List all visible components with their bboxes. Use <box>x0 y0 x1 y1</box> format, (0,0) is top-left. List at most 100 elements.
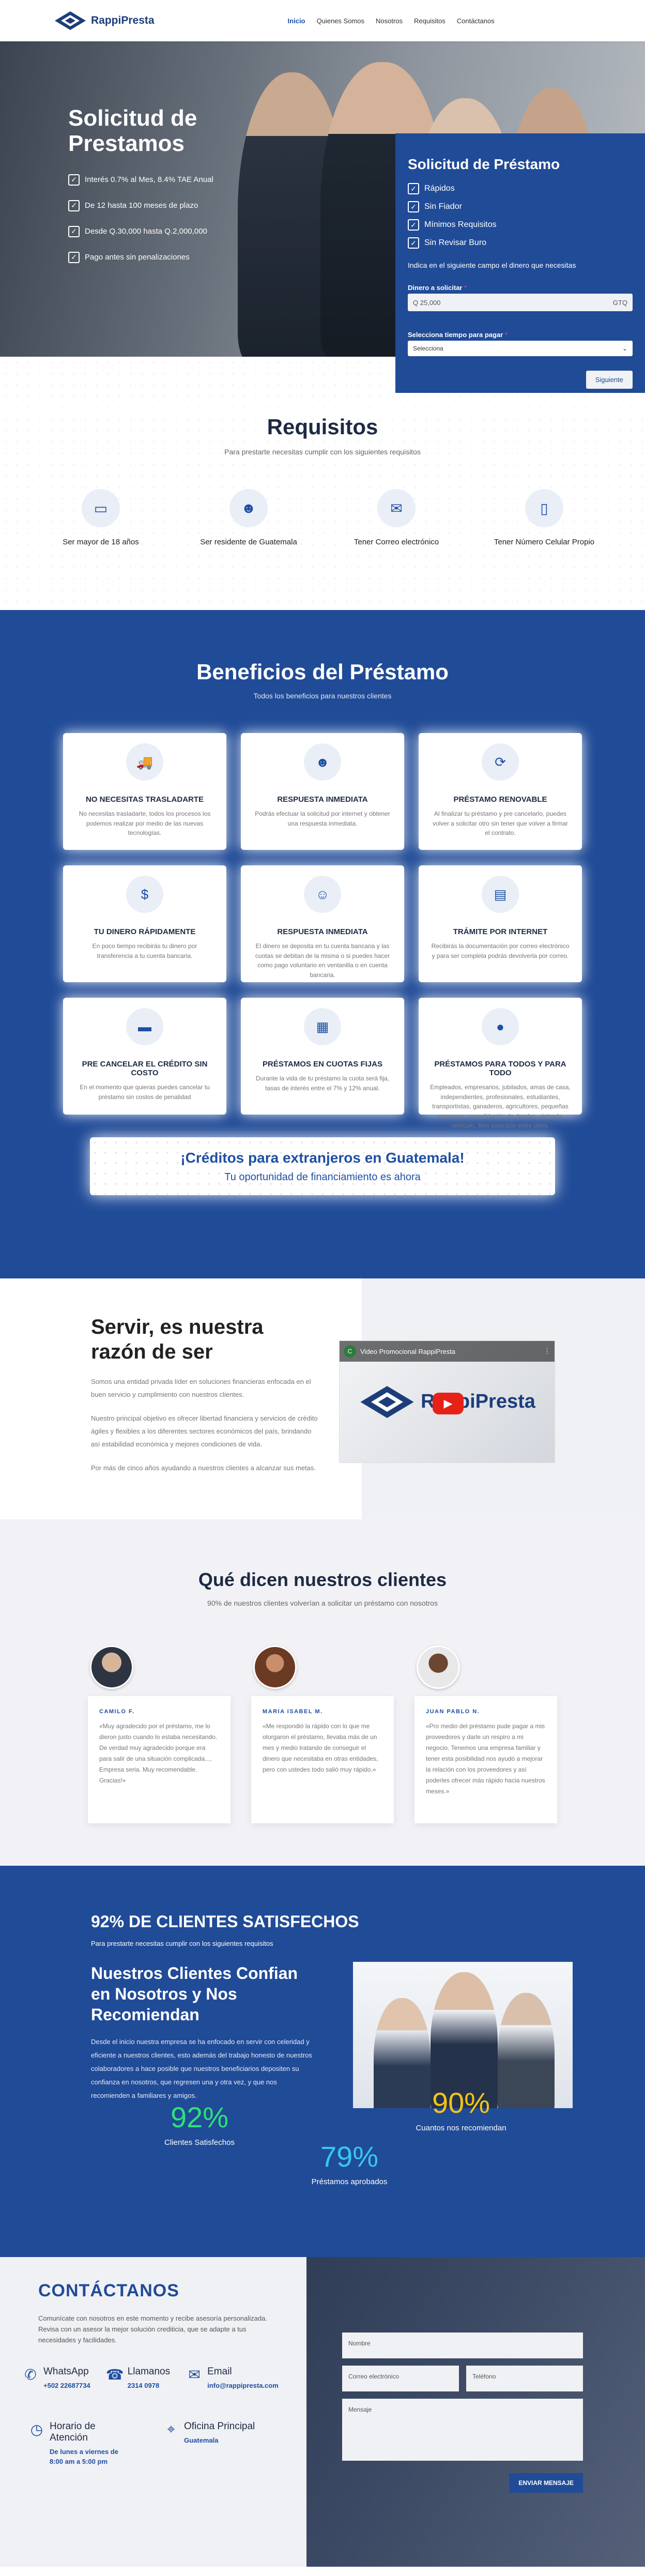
foreigners-banner: ¡Créditos para extranjeros en Guatemala!… <box>90 1137 555 1195</box>
testimonial-item: CAMILO F. «Muy agradecido por el préstam… <box>88 1645 231 1823</box>
about-text: Servir, es nuestra razón de ser Somos un… <box>0 1278 362 1519</box>
stat-approved: 79% Préstamos aprobados <box>293 2140 406 2186</box>
stat-value: 90% <box>432 2086 490 2119</box>
office-label: Oficina Principal <box>184 2420 255 2432</box>
hero-bullet: ✓ Pago antes sin penalizaciones <box>68 251 296 263</box>
contact-section: CONTÁCTANOS Comunícate con nosotros en e… <box>0 2257 645 2567</box>
term-label-text: Selecciona tiempo para pagar <box>408 331 503 339</box>
checkbox-icon: ✓ <box>68 174 80 186</box>
nav-item-requisitos[interactable]: Requisitos <box>414 17 446 25</box>
benefit-title: PRÉSTAMOS PARA TODOS Y PARA TODO <box>434 1060 566 1077</box>
requirement-item: ☻ Ser residente de Guatemala <box>179 489 318 548</box>
stat-label: Préstamos aprobados <box>311 2177 388 2186</box>
nav-item-nosotros[interactable]: Nosotros <box>376 17 403 25</box>
banner-title: ¡Créditos para extranjeros en Guatemala! <box>180 1150 465 1166</box>
requirement-label: Ser mayor de 18 años <box>63 538 139 546</box>
about-paragraph: Somos una entidad privada líder en soluc… <box>91 1378 311 1398</box>
next-button[interactable]: Siguiente <box>586 371 633 389</box>
loan-form-title: Solicitud de Préstamo <box>408 156 560 172</box>
card-icon: ▬ <box>126 1008 163 1045</box>
loan-request-form: Solicitud de Préstamo ✓ Rápidos ✓ Sin Fiad… <box>395 133 645 393</box>
stats-paragraph: Desde el inicio nuestra empresa se ha en… <box>91 2038 312 2099</box>
testimonial-name: JUAN PABLO N. <box>426 1709 480 1715</box>
id-card-icon: ▭ <box>82 489 120 527</box>
about-media: RappiPresta C Video Promocional RappiPre… <box>339 1278 645 1519</box>
email-icon: ✉ <box>188 2367 201 2383</box>
contact-whatsapp[interactable]: ✆ WhatsApp +502 22687734 <box>22 2366 90 2391</box>
benefit-desc: Durante la vida de tu préstamo la cuota … <box>255 1075 390 1092</box>
nav-item-inicio[interactable]: Inicio <box>288 17 305 25</box>
benefits-section: Beneficios del Préstamo Todos los benefi… <box>0 610 645 1278</box>
loan-feature: ✓ Rápidos <box>408 183 633 194</box>
stats-heading: 92% DE CLIENTES SATISFECHOS <box>91 1912 359 1931</box>
name-input[interactable]: Nombre <box>342 2333 583 2358</box>
term-select[interactable]: Selecciona ⌄ <box>408 341 633 356</box>
requirement-label: Ser residente de Guatemala <box>200 538 297 546</box>
clock-icon: ◷ <box>30 2421 43 2437</box>
benefits-title: Beneficios del Préstamo <box>196 660 449 684</box>
hero-bullet-text: Interés 0.7% al Mes, 8.4% TAE Anual <box>85 175 213 185</box>
brand-logo[interactable]: RappiPresta <box>54 10 155 31</box>
banner-subtitle: Tu oportunidad de financiamiento es ahor… <box>224 1171 421 1183</box>
benefit-title: TRÁMITE POR INTERNET <box>453 927 548 936</box>
play-icon[interactable]: ▶ <box>433 1393 464 1414</box>
term-label: Selecciona tiempo para pagar * <box>408 331 633 339</box>
loan-feature-text: Rápidos <box>424 184 455 193</box>
avatar <box>417 1645 460 1689</box>
email-icon: ✉ <box>377 489 416 527</box>
nav-item-contactanos[interactable]: Contáctanos <box>457 17 495 25</box>
diamond-logo-icon <box>55 11 86 30</box>
about-title: Servir, es nuestra razón de ser <box>91 1316 264 1363</box>
whatsapp-number[interactable]: +502 22687734 <box>43 2381 90 2391</box>
call-number[interactable]: 2314 0978 <box>128 2381 170 2391</box>
checkbox-icon: ✓ <box>68 225 80 237</box>
contact-email[interactable]: ✉ Email info@rappipresta.com <box>186 2366 279 2391</box>
testimonials-title: Qué dicen nuestros clientes <box>198 1569 447 1590</box>
benefit-card: ☻ RESPUESTA INMEDIATA Podrás efectuar la s… <box>241 733 404 850</box>
message-textarea[interactable]: Mensaje <box>342 2399 583 2461</box>
testimonial-text: «Pro medio del préstamo pude pagar a mis… <box>426 1723 545 1795</box>
send-message-button[interactable]: ENVIAR MENSAJE <box>509 2473 583 2493</box>
requirement-item: ✉ Tener Correo electrónico <box>327 489 466 548</box>
contact-call[interactable]: ☎ Llamanos 2314 0978 <box>106 2366 170 2391</box>
amount-label: Dinero a solicitar * <box>408 284 633 292</box>
benefit-title: RESPUESTA INMEDIATA <box>277 795 368 804</box>
stat-satisfied: 92% Clientes Satisfechos <box>143 2100 256 2147</box>
stat-label: Cuantos nos recomiendan <box>416 2124 506 2132</box>
dollar-icon: $ <box>126 876 163 913</box>
requirement-label: Tener Número Celular Propio <box>494 538 595 546</box>
loan-features: ✓ Rápidos ✓ Sin Fiador ✓ Mínimos Requisitos… <box>408 183 633 249</box>
more-icon[interactable]: ⋮ <box>544 1347 550 1355</box>
requirement-item: ▯ Tener Número Celular Propio <box>474 489 614 548</box>
loan-feature: ✓ Sin Fiador <box>408 201 633 212</box>
amount-placeholder: 25,000 <box>420 298 441 307</box>
phone-input[interactable]: Teléfono <box>466 2366 583 2391</box>
email-input[interactable]: Correo electrónico <box>342 2366 459 2391</box>
promo-video[interactable]: RappiPresta C Video Promocional RappiPre… <box>339 1340 555 1463</box>
testimonial-name: CAMILO F. <box>99 1709 135 1715</box>
email-address[interactable]: info@rappipresta.com <box>207 2381 279 2391</box>
stats-title: Nuestros Clientes Confian en Nosotros y … <box>91 1964 298 2024</box>
benefit-card: ▦ PRÉSTAMOS EN CUOTAS FIJAS Durante la vid… <box>241 998 404 1115</box>
hero-section: Solicitud de Prestamos ✓ Interés 0.7% al … <box>0 41 645 393</box>
benefit-desc: En poco tiempo recibirás tu dinero por t… <box>92 942 197 959</box>
hero-bullet-text: Desde Q.30,000 hasta Q.2,000,000 <box>85 227 207 236</box>
loan-feature: ✓ Sin Revisar Buro <box>408 237 633 249</box>
benefit-card: ● PRÉSTAMOS PARA TODOS Y PARA TODO Emplead… <box>419 998 582 1129</box>
contact-paragraph: Comunícate con nosotros en este momento … <box>38 2314 267 2344</box>
benefit-desc: En el momento que quieras puedes cancela… <box>80 1084 210 1101</box>
amount-field: Q 25,000 <box>413 299 441 307</box>
term-select-value: Selecciona <box>413 345 443 352</box>
chevron-down-icon: ⌄ <box>622 345 627 352</box>
requirement-item: ▭ Ser mayor de 18 años <box>31 489 171 548</box>
hero-bullet-text: Pago antes sin penalizaciones <box>85 253 190 262</box>
amount-label-text: Dinero a solicitar <box>408 284 463 292</box>
loan-feature-text: Sin Revisar Buro <box>424 238 487 247</box>
contact-hours: ◷ Horario de Atención De lunes a viernes … <box>28 2421 132 2467</box>
benefit-title: PRÉSTAMOS EN CUOTAS FIJAS <box>263 1060 382 1069</box>
nav-item-quienes-somos[interactable]: Quienes Somos <box>317 17 365 25</box>
requirements-list: ▭ Ser mayor de 18 años ☻ Ser residente d… <box>0 489 645 548</box>
testimonials-list: CAMILO F. «Muy agradecido por el préstam… <box>0 1645 645 1823</box>
contact-info: CONTÁCTANOS Comunícate con nosotros en e… <box>0 2257 306 2567</box>
amount-input[interactable]: Q 25,000 GTQ <box>408 294 633 311</box>
